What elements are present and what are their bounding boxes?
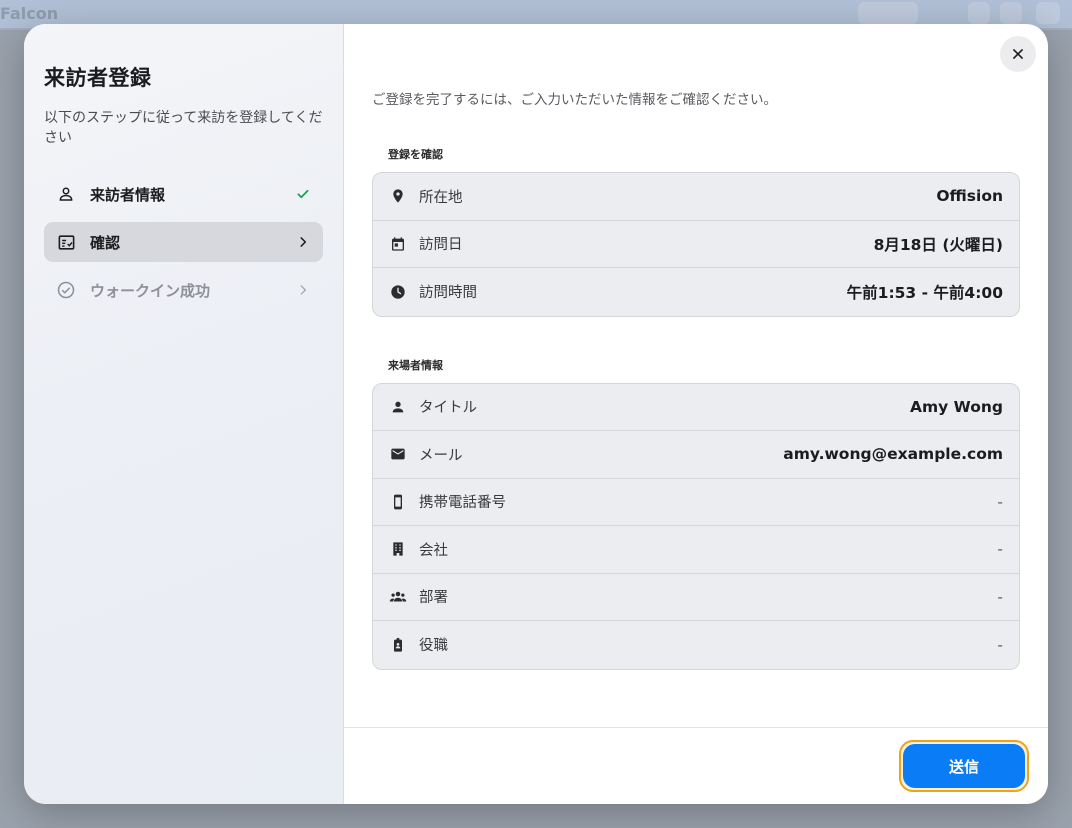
chevron-right-icon bbox=[295, 282, 311, 298]
detail-row-department: 部署 - bbox=[373, 574, 1019, 621]
submit-focus-ring: 送信 bbox=[899, 740, 1029, 792]
checklist-icon bbox=[56, 232, 76, 252]
row-label: 訪問時間 bbox=[419, 285, 477, 302]
confirmation-panel: ご登録を完了するには、ご入力いただいた情報をご確認ください。 登録を確認 所在地… bbox=[344, 24, 1048, 804]
row-label: 役職 bbox=[419, 638, 448, 655]
row-value: - bbox=[997, 635, 1003, 654]
registration-card: 所在地 Offision 訪問日 8月18日 (火曜日) 訪問時間 午前1:53… bbox=[372, 172, 1020, 317]
row-value: - bbox=[997, 587, 1003, 606]
chevron-right-icon bbox=[295, 234, 311, 250]
check-circle-icon bbox=[56, 280, 76, 300]
row-label: メール bbox=[419, 447, 463, 464]
detail-row-title: タイトル Amy Wong bbox=[373, 384, 1019, 431]
step-walkin-success[interactable]: ウォークイン成功 bbox=[44, 270, 323, 310]
detail-row-job-title: 役職 - bbox=[373, 621, 1019, 669]
close-icon bbox=[1011, 47, 1025, 61]
step-visitor-info[interactable]: 来訪者情報 bbox=[44, 174, 323, 214]
modal-footer: 送信 bbox=[344, 727, 1048, 804]
visitor-info-card: タイトル Amy Wong メール amy.wong@example.com 携… bbox=[372, 382, 1020, 670]
calendar-icon bbox=[389, 235, 407, 253]
detail-row-visit-time: 訪問時間 午前1:53 - 午前4:00 bbox=[373, 268, 1019, 316]
mail-icon bbox=[389, 445, 407, 463]
toolbar-pill bbox=[1000, 2, 1022, 24]
modal-description: 以下のステップに従って来訪を登録してください bbox=[44, 110, 323, 146]
row-label: 訪問日 bbox=[419, 237, 463, 254]
check-icon bbox=[295, 186, 311, 202]
row-label: 部署 bbox=[419, 590, 448, 607]
step-label: 来訪者情報 bbox=[90, 185, 166, 204]
phone-icon bbox=[389, 493, 407, 511]
step-confirm[interactable]: 確認 bbox=[44, 222, 323, 262]
detail-row-email: メール amy.wong@example.com bbox=[373, 431, 1019, 479]
person-icon bbox=[56, 184, 76, 204]
row-value: 午前1:53 - 午前4:00 bbox=[846, 283, 1003, 302]
detail-row-mobile: 携帯電話番号 - bbox=[373, 479, 1019, 526]
location-pin-icon bbox=[389, 187, 407, 205]
badge-icon bbox=[389, 636, 407, 654]
detail-row-location: 所在地 Offision bbox=[373, 173, 1019, 221]
section-heading-registration: 登録を確認 bbox=[388, 148, 443, 161]
close-button[interactable] bbox=[1000, 36, 1036, 72]
clock-icon bbox=[389, 283, 407, 301]
step-label: ウォークイン成功 bbox=[90, 281, 211, 300]
toolbar-pill bbox=[858, 2, 918, 24]
confirmation-content: ご登録を完了するには、ご入力いただいた情報をご確認ください。 登録を確認 所在地… bbox=[372, 88, 1020, 710]
group-icon bbox=[389, 588, 407, 606]
row-label: タイトル bbox=[419, 400, 477, 417]
step-label: 確認 bbox=[90, 233, 121, 252]
detail-row-company: 会社 - bbox=[373, 526, 1019, 574]
visitor-registration-modal: 来訪者登録 以下のステップに従って来訪を登録してください 来訪者情報 確認 ウォ… bbox=[24, 24, 1048, 804]
row-label: 会社 bbox=[419, 542, 448, 559]
row-value: amy.wong@example.com bbox=[783, 445, 1003, 464]
steps-sidebar: 来訪者登録 以下のステップに従って来訪を登録してください 来訪者情報 確認 ウォ… bbox=[24, 24, 344, 804]
row-label: 携帯電話番号 bbox=[419, 495, 506, 512]
toolbar-pill bbox=[1036, 2, 1060, 24]
submit-button[interactable]: 送信 bbox=[903, 744, 1025, 788]
app-title: Falcon bbox=[0, 4, 59, 23]
toolbar-pill bbox=[968, 2, 990, 24]
row-value: Offision bbox=[936, 187, 1003, 206]
section-heading-visitor: 来場者情報 bbox=[388, 358, 443, 372]
building-icon bbox=[389, 540, 407, 558]
intro-text: ご登録を完了するには、ご入力いただいた情報をご確認ください。 bbox=[372, 92, 777, 108]
row-label: 所在地 bbox=[419, 189, 463, 206]
modal-title: 来訪者登録 bbox=[44, 66, 152, 90]
row-value: - bbox=[997, 492, 1003, 511]
row-value: 8月18日 (火曜日) bbox=[873, 235, 1003, 254]
person-icon bbox=[389, 398, 407, 416]
row-value: Amy Wong bbox=[910, 397, 1003, 416]
detail-row-visit-date: 訪問日 8月18日 (火曜日) bbox=[373, 221, 1019, 268]
row-value: - bbox=[997, 540, 1003, 559]
